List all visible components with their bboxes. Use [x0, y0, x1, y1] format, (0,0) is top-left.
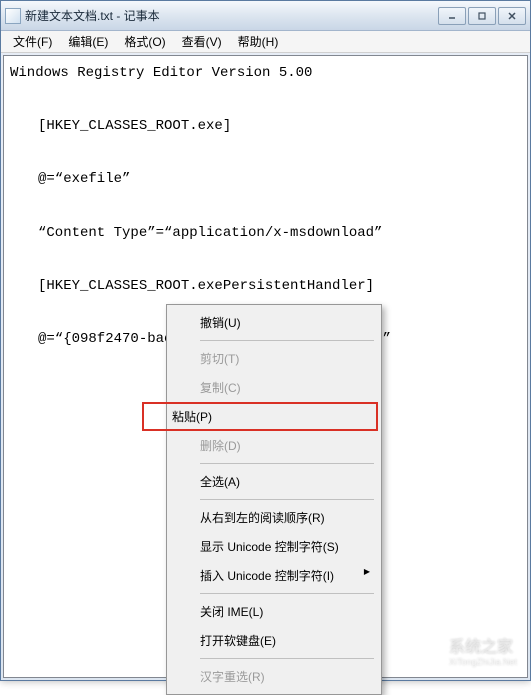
- ctx-insert-unicode[interactable]: 插入 Unicode 控制字符(I): [170, 561, 378, 590]
- ctx-separator: [200, 499, 374, 500]
- ctx-separator: [200, 593, 374, 594]
- ctx-hanzi-reselect: 汉字重选(R): [170, 662, 378, 691]
- window-controls: [438, 7, 526, 25]
- ctx-separator: [200, 658, 374, 659]
- ctx-undo[interactable]: 撤销(U): [170, 308, 378, 337]
- ctx-select-all[interactable]: 全选(A): [170, 467, 378, 496]
- text-line: [HKEY_CLASSES_ROOT.exe]: [10, 118, 231, 134]
- ctx-cut: 剪切(T): [170, 344, 378, 373]
- menu-help[interactable]: 帮助(H): [230, 31, 287, 52]
- text-line: @=“exefile”: [10, 171, 130, 187]
- menubar: 文件(F) 编辑(E) 格式(O) 查看(V) 帮助(H): [1, 31, 530, 53]
- maximize-button[interactable]: [468, 7, 496, 25]
- text-line: “Content Type”=“application/x-msdownload…: [10, 225, 382, 241]
- app-icon: [5, 8, 21, 24]
- ctx-separator: [200, 340, 374, 341]
- ctx-close-ime[interactable]: 关闭 IME(L): [170, 597, 378, 626]
- ctx-delete: 删除(D): [170, 431, 378, 460]
- menu-view[interactable]: 查看(V): [174, 31, 230, 52]
- ctx-rtl-reading[interactable]: 从右到左的阅读顺序(R): [170, 503, 378, 532]
- text-line: Windows Registry Editor Version 5.00: [10, 65, 312, 81]
- ctx-copy: 复制(C): [170, 373, 378, 402]
- ctx-separator: [200, 463, 374, 464]
- text-line: [HKEY_CLASSES_ROOT.exePersistentHandler]: [10, 278, 374, 294]
- menu-format[interactable]: 格式(O): [116, 31, 173, 52]
- ctx-show-unicode[interactable]: 显示 Unicode 控制字符(S): [170, 532, 378, 561]
- titlebar[interactable]: 新建文本文档.txt - 记事本: [1, 1, 530, 31]
- close-button[interactable]: [498, 7, 526, 25]
- context-menu: 撤销(U) 剪切(T) 复制(C) 粘贴(P) 删除(D) 全选(A) 从右到左…: [166, 304, 382, 695]
- menu-edit[interactable]: 编辑(E): [60, 31, 116, 52]
- minimize-button[interactable]: [438, 7, 466, 25]
- menu-file[interactable]: 文件(F): [5, 31, 60, 52]
- window-title: 新建文本文档.txt - 记事本: [25, 7, 438, 24]
- ctx-paste[interactable]: 粘贴(P): [142, 402, 378, 431]
- ctx-open-soft-keyboard[interactable]: 打开软键盘(E): [170, 626, 378, 655]
